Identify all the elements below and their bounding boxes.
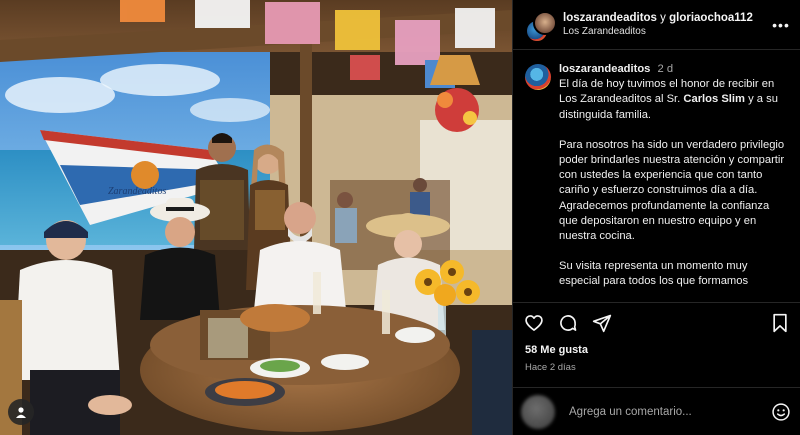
user-tag-button[interactable] xyxy=(8,399,34,425)
caption-time[interactable]: 2 d xyxy=(658,63,674,75)
post-side-panel: loszarandeaditos y gloriaochoa112 Los Za… xyxy=(512,0,800,435)
like-button[interactable] xyxy=(523,312,545,334)
location-link[interactable]: Los Zarandeaditos xyxy=(563,26,772,37)
boat-name: Zarandeaditos xyxy=(108,186,166,197)
bookmark-icon xyxy=(773,313,787,332)
like-count[interactable]: 58 Me gusta xyxy=(525,344,588,356)
share-icon xyxy=(592,314,612,332)
caption-text: loszarandeaditos 2 d El día de hoy tuvim… xyxy=(559,62,789,302)
more-icon: ••• xyxy=(772,16,790,33)
header-text: loszarandeaditos y gloriaochoa112 Los Za… xyxy=(563,12,772,37)
post-date[interactable]: Hace 2 días xyxy=(525,362,576,373)
author-link-1[interactable]: loszarandeaditos xyxy=(563,12,657,24)
caption-username[interactable]: loszarandeaditos xyxy=(559,63,650,75)
avatar xyxy=(521,394,555,429)
emoji-icon xyxy=(772,402,790,421)
save-button[interactable] xyxy=(769,312,791,334)
action-bar xyxy=(513,302,800,342)
share-button[interactable] xyxy=(591,312,613,334)
caption-paragraph-2: Para nosotros ha sido un verdadero privi… xyxy=(559,138,785,243)
user-tag-icon xyxy=(16,407,26,418)
author-names: loszarandeaditos y gloriaochoa112 xyxy=(563,12,772,24)
comment-composer xyxy=(513,387,800,435)
caption-paragraph-3: Su visita representa un momento muy espe… xyxy=(559,260,749,288)
emoji-button[interactable] xyxy=(771,402,791,422)
avatar xyxy=(533,10,557,35)
comment-icon xyxy=(560,314,577,331)
author-connector: y xyxy=(660,12,666,24)
instagram-post: Zarandeaditos loszarandeaditos y gloriao… xyxy=(0,0,800,435)
comment-input[interactable] xyxy=(567,404,771,419)
post-photo[interactable]: Zarandeaditos xyxy=(0,0,512,435)
restaurant-photo: Zarandeaditos xyxy=(0,0,512,435)
collab-avatars[interactable] xyxy=(525,10,557,43)
more-options-button[interactable]: ••• xyxy=(772,17,790,33)
caption-mention: Carlos Slim xyxy=(683,93,745,106)
caption-section: loszarandeaditos 2 d El día de hoy tuvim… xyxy=(513,50,800,302)
comment-button[interactable] xyxy=(557,312,579,334)
author-link-2[interactable]: gloriaochoa112 xyxy=(669,12,753,24)
post-header: loszarandeaditos y gloriaochoa112 Los Za… xyxy=(513,0,800,50)
avatar[interactable] xyxy=(525,64,551,90)
heart-icon xyxy=(525,314,543,331)
